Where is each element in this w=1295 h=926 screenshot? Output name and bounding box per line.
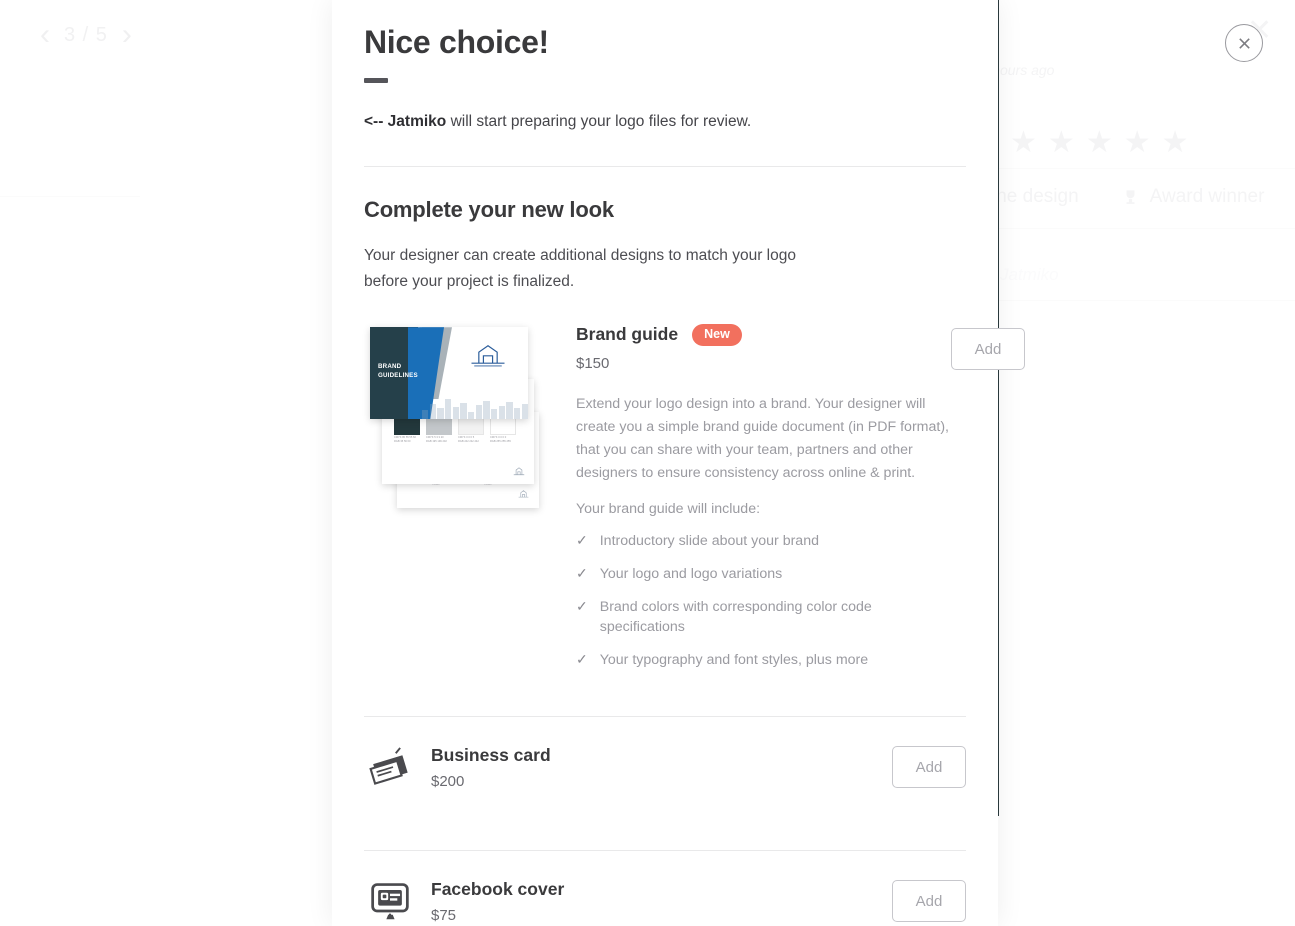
check-icon: ✓ <box>576 531 588 548</box>
product-title: Facebook cover <box>431 878 565 899</box>
product-description: Extend your logo design into a brand. Yo… <box>576 395 949 481</box>
facebook-cover-monitor-icon <box>364 880 416 922</box>
pager-counter: 3 / 5 <box>64 23 108 46</box>
chevron-left-icon[interactable]: ‹ <box>40 20 50 50</box>
includes-list: ✓ Introductory slide about your brand ✓ … <box>576 531 951 671</box>
add-facebook-cover-button[interactable]: Add <box>892 880 966 923</box>
product-price: $150 <box>576 354 610 372</box>
check-icon: ✓ <box>576 598 588 615</box>
list-item: ✓ Your logo and logo variations <box>576 564 906 584</box>
divider <box>0 196 140 197</box>
product-facebook-cover: Facebook cover $75 Add <box>364 851 966 926</box>
product-business-card: Business card $200 Add <box>364 717 966 818</box>
section-subtitle: Your designer can create additional desi… <box>364 247 796 290</box>
list-item-label: Brand colors with corresponding color co… <box>599 599 872 636</box>
award-winner-label: Award winner <box>1149 186 1265 207</box>
trophy-icon <box>1126 189 1135 204</box>
brand-guide-details: Brand guide New $150 Extend your logo de… <box>560 324 951 683</box>
list-item: ✓ Brand colors with corresponding color … <box>576 597 906 637</box>
thumb-logo-icon <box>466 343 510 371</box>
product-title: Brand guide <box>576 324 679 345</box>
thumbnail-slide-cover: BRAND GUIDELINES <box>370 327 528 420</box>
close-icon <box>1238 37 1250 49</box>
cover-title-line1: BRAND <box>378 363 402 371</box>
star-rating[interactable]: ★ ★ ★ ★ ★ <box>1010 128 1189 158</box>
page-root: ‹ 3 / 5 › #49 y <--Jatmiko 9 hours ago ★… <box>0 0 1295 926</box>
upsell-modal: Nice choice! <-- Jatmiko will start prep… <box>332 0 1025 926</box>
intro-text: <-- Jatmiko will start preparing your lo… <box>364 109 756 134</box>
includes-label: Your brand guide will include: <box>576 500 761 517</box>
designer-name: Jatmiko <box>1000 265 1059 284</box>
page-title: Nice choice! <box>364 24 549 60</box>
star-icon[interactable]: ★ <box>1048 128 1075 158</box>
section-title: Complete your new look <box>364 197 614 223</box>
add-business-card-button[interactable]: Add <box>892 746 966 789</box>
chevron-right-icon[interactable]: › <box>122 20 132 50</box>
check-icon: ✓ <box>576 564 588 581</box>
cover-title-line2: GUIDELINES <box>378 371 418 379</box>
list-item-label: Your typography and font styles, plus mo… <box>599 652 869 669</box>
award-winner-button[interactable]: Award winner <box>1121 186 1265 208</box>
product-brand-guide: LOGO LOGO LOGO <box>364 324 1025 683</box>
title-underline <box>364 78 388 83</box>
star-icon[interactable]: ★ <box>1010 128 1037 158</box>
brand-guide-thumbnail: LOGO LOGO LOGO <box>364 324 560 554</box>
product-price: $75 <box>431 906 457 924</box>
list-item: ✓ Introductory slide about your brand <box>576 531 906 551</box>
product-price: $200 <box>431 772 465 790</box>
design-pager: ‹ 3 / 5 › <box>40 20 132 50</box>
add-brand-guide-button[interactable]: Add <box>951 328 1025 371</box>
check-icon: ✓ <box>576 651 588 668</box>
close-button[interactable] <box>1225 24 1263 62</box>
star-icon[interactable]: ★ <box>1162 128 1189 158</box>
thumb-logo-icon <box>517 489 530 500</box>
business-card-icon <box>364 746 416 788</box>
status-badge: New <box>692 324 742 346</box>
list-item-label: Introductory slide about your brand <box>599 532 819 549</box>
designer-mention: <-- Jatmiko <box>364 113 447 130</box>
thumb-logo-icon <box>512 466 526 478</box>
list-item-label: Your logo and logo variations <box>599 565 783 582</box>
star-icon[interactable]: ★ <box>1086 128 1113 158</box>
star-icon[interactable]: ★ <box>1124 128 1151 158</box>
intro-rest: will start preparing your logo files for… <box>446 113 752 130</box>
list-item: ✓ Your typography and font styles, plus … <box>576 650 906 670</box>
product-title: Business card <box>431 744 551 765</box>
divider <box>364 166 966 168</box>
